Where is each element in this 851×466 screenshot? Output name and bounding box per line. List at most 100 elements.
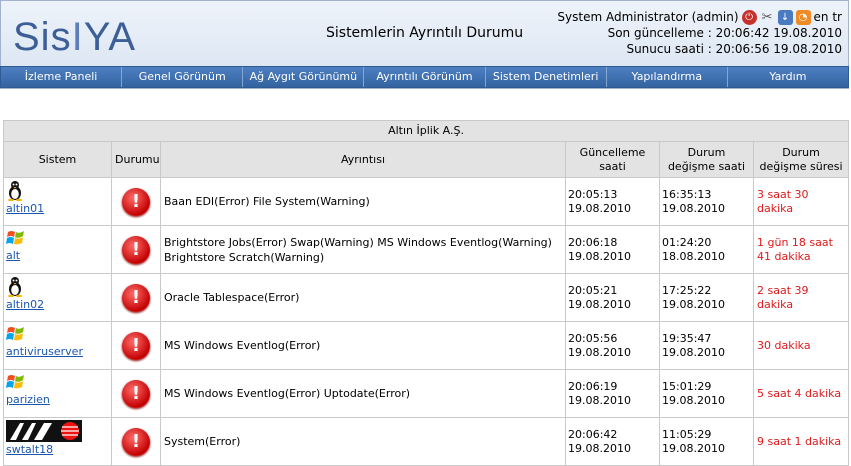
status-cell: !: [111, 321, 161, 370]
duration-cell: 30 dakika: [752, 321, 850, 370]
system-link[interactable]: altin02: [6, 298, 109, 311]
table-row: altin02! Oracle Tablespace(Error) 20:05:21…: [3, 273, 850, 322]
table-row: alt! Brightstore Jobs(Error) Swap(Warning…: [3, 225, 850, 274]
change-time-cell: 16:35:13 19.08.2010: [659, 177, 754, 226]
page-title: Sistemlerin Ayrıntılı Durumu: [326, 25, 524, 41]
main-nav: İzleme Paneli Genel Görünüm Ağ Aygıt Gör…: [0, 66, 849, 88]
update-time: 20:06:18: [568, 235, 618, 249]
page-header: SisIYA Sistemlerin Ayrıntılı Durumu Syst…: [0, 0, 849, 66]
update-time-cell: 20:06:42 19.08.2010: [565, 417, 660, 466]
update-time-cell: 20:06:18 19.08.2010: [565, 225, 660, 274]
rss-icon[interactable]: ◔: [795, 9, 811, 25]
system-cell: altin01: [3, 177, 112, 226]
error-icon[interactable]: !: [122, 379, 150, 408]
status-cell: !: [111, 417, 161, 466]
divider: [0, 88, 849, 89]
status-cell: !: [111, 177, 161, 226]
switch-os-icon: [6, 420, 109, 442]
update-date: 19.08.2010: [568, 249, 631, 263]
detail-cell: Oracle Tablespace(Error): [160, 273, 566, 322]
sisya-logo[interactable]: SisIYA: [13, 15, 136, 59]
col-ayrintisi: Ayrıntısı: [160, 141, 566, 178]
update-date: 19.08.2010: [568, 297, 631, 311]
error-icon[interactable]: !: [122, 283, 150, 312]
download-icon[interactable]: ↓: [777, 9, 793, 25]
update-time: 20:05:13: [568, 187, 618, 201]
change-time-cell: 15:01:29 19.08.2010: [659, 369, 754, 418]
detail-cell: MS Windows Eventlog(Error) Uptodate(Erro…: [160, 369, 566, 418]
change-date: 19.08.2010: [662, 201, 725, 215]
change-date: 18.08.2010: [662, 249, 725, 263]
col-durum-degisme-suresi: Durum değişme süresi: [752, 141, 850, 178]
nav-ayrintili-gorunum[interactable]: Ayrıntılı Görünüm: [364, 67, 486, 87]
nav-izleme-paneli[interactable]: İzleme Paneli: [1, 67, 123, 87]
detail-cell: Baan EDI(Error) File System(Warning): [160, 177, 566, 226]
nav-sistem-denetimleri[interactable]: Sistem Denetimleri: [486, 67, 607, 87]
duration-cell: 3 saat 30 dakika: [752, 177, 850, 226]
change-time-cell: 01:24:20 18.08.2010: [659, 225, 754, 274]
status-cell: !: [111, 369, 161, 418]
update-time-cell: 20:06:19 19.08.2010: [565, 369, 660, 418]
table-row: swtalt18! System(Error) 20:06:42 19.08.2010…: [3, 417, 850, 466]
change-time: 01:24:20: [662, 235, 712, 249]
error-icon[interactable]: !: [122, 235, 150, 264]
detail-cell: System(Error): [160, 417, 566, 466]
update-time: 20:06:42: [568, 427, 618, 441]
nav-yardim[interactable]: Yardım: [728, 67, 848, 87]
windows-os-icon: [6, 228, 109, 248]
update-date: 19.08.2010: [568, 441, 631, 455]
change-date: 19.08.2010: [662, 441, 725, 455]
systems-table: Altın İplik A.Ş. Sistem Durumu Ayrıntısı…: [2, 120, 850, 466]
col-sistem: Sistem: [3, 141, 112, 178]
duration-cell: 2 saat 39 dakika: [752, 273, 850, 322]
change-time-cell: 19:35:47 19.08.2010: [659, 321, 754, 370]
system-link[interactable]: altin01: [6, 202, 109, 215]
change-time: 19:35:47: [662, 331, 712, 345]
user-name: System Administrator (admin): [557, 10, 739, 24]
tools-icon[interactable]: ✂: [760, 10, 775, 25]
system-cell: altin02: [3, 273, 112, 322]
change-time: 11:05:29: [662, 427, 712, 441]
update-date: 19.08.2010: [568, 393, 631, 407]
status-cell: !: [111, 225, 161, 274]
col-durumu: Durumu: [111, 141, 161, 178]
windows-os-icon: [6, 324, 109, 344]
error-icon[interactable]: !: [122, 187, 150, 216]
system-cell: parizien: [3, 369, 112, 418]
user-info: System Administrator (admin) ⏻ ✂ ↓ ◔ en …: [557, 9, 842, 57]
update-time-cell: 20:05:13 19.08.2010: [565, 177, 660, 226]
table-row: parizien! MS Windows Eventlog(Error) Upto…: [3, 369, 850, 418]
nav-genel-gorunum[interactable]: Genel Görünüm: [122, 67, 244, 87]
col-guncelleme-saati: Güncelleme saati: [565, 141, 660, 178]
power-icon[interactable]: ⏻: [741, 9, 757, 25]
nav-ag-aygit-gorunumu[interactable]: Ağ Aygıt Görünümü: [243, 67, 365, 87]
change-time: 17:25:22: [662, 283, 712, 297]
system-link[interactable]: antiviruserver: [6, 345, 109, 358]
duration-cell: 1 gün 18 saat 41 dakika: [752, 225, 850, 274]
change-time-cell: 17:25:22 19.08.2010: [659, 273, 754, 322]
system-cell: swtalt18: [3, 417, 112, 466]
detail-cell: MS Windows Eventlog(Error): [160, 321, 566, 370]
error-icon[interactable]: !: [122, 427, 150, 456]
language-switch[interactable]: en tr: [814, 9, 842, 25]
system-link[interactable]: swtalt18: [6, 443, 109, 456]
change-time: 15:01:29: [662, 379, 712, 393]
linux-os-icon: [6, 276, 109, 297]
last-update: Son güncelleme : 20:06:42 19.08.2010: [607, 26, 842, 40]
duration-cell: 9 saat 1 dakika: [752, 417, 850, 466]
windows-os-icon: [6, 372, 109, 392]
change-time: 16:35:13: [662, 187, 712, 201]
col-durum-degisme-saati: Durum değişme saati: [659, 141, 754, 178]
system-link[interactable]: alt: [6, 249, 109, 262]
table-row: altin01! Baan EDI(Error) File System(Warn…: [3, 177, 850, 226]
error-icon[interactable]: !: [122, 331, 150, 360]
change-date: 19.08.2010: [662, 393, 725, 407]
update-time: 20:06:19: [568, 379, 618, 393]
update-date: 19.08.2010: [568, 201, 631, 215]
update-time: 20:05:56: [568, 331, 618, 345]
nav-yapilandirma[interactable]: Yapılandırma: [607, 67, 728, 87]
update-time: 20:05:21: [568, 283, 618, 297]
detail-cell: Brightstore Jobs(Error) Swap(Warning) MS…: [160, 225, 566, 274]
system-link[interactable]: parizien: [6, 393, 109, 406]
linux-os-icon: [6, 180, 109, 201]
